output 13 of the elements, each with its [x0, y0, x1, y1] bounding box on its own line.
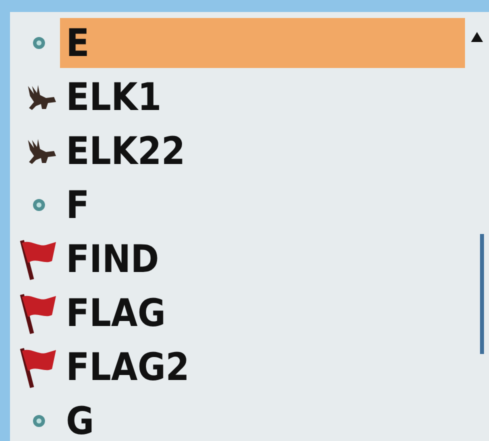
waypoint-item[interactable]: ELK22 — [60, 126, 465, 176]
dot-icon — [32, 36, 46, 50]
scroll-thumb[interactable] — [480, 234, 484, 354]
waypoint-item[interactable]: ELK1 — [60, 72, 465, 122]
waypoint-item[interactable]: FLAG — [60, 288, 465, 338]
waypoint-item[interactable]: FLAG2 — [60, 342, 465, 392]
dot-icon — [32, 198, 46, 212]
waypoint-item[interactable]: F — [60, 180, 465, 230]
waypoint-item[interactable]: FIND — [60, 234, 465, 284]
dot-icon — [32, 414, 46, 428]
waypoint-item[interactable]: E — [60, 18, 465, 68]
waypoint-item[interactable]: G — [60, 396, 465, 441]
scroll-up-icon[interactable] — [471, 32, 483, 42]
